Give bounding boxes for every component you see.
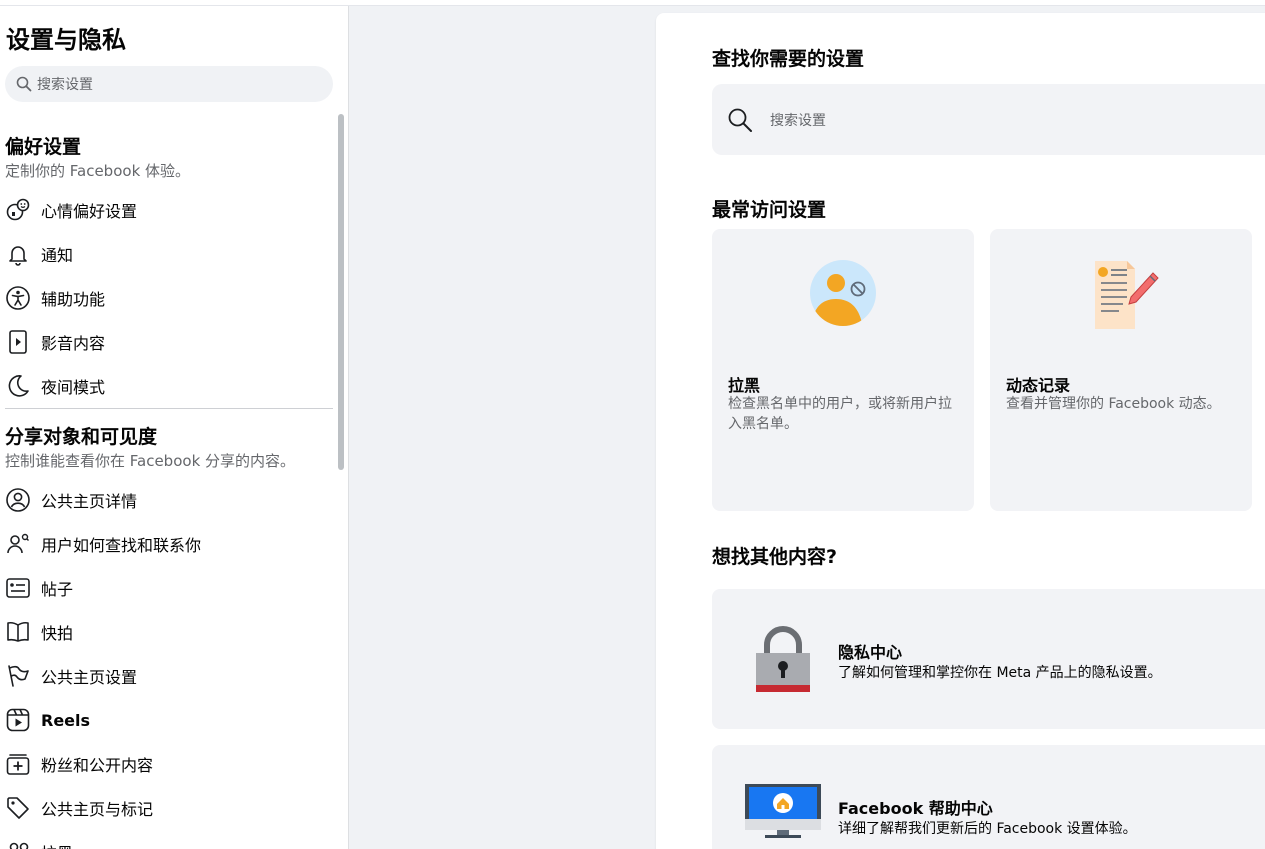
sidebar-item-tagging[interactable]: 公共主页与标记: [0, 786, 330, 830]
card-description: 检查黑名单中的用户，或将新用户拉入黑名单。: [728, 396, 952, 432]
settings-main-panel: 查找你需要的设置 搜索设置 最常访问设置 拉黑 检查黑名单中的用户，或将新用户拉…: [656, 13, 1265, 849]
card-blocking[interactable]: 拉黑 检查黑名单中的用户，或将新用户拉入黑名单。: [712, 229, 974, 511]
sidebar-item-label: 快拍: [41, 624, 74, 643]
media-icon: [3, 327, 33, 357]
block-user-icon: [3, 837, 33, 849]
block-illustration-icon: [712, 259, 974, 339]
link-help-center[interactable]: Facebook 帮助中心 详细了解帮我们更新后的 Facebook 设置体验。: [712, 745, 1265, 849]
link-privacy-center[interactable]: 隐私中心 了解如何管理和掌控你在 Meta 产品上的隐私设置。: [712, 589, 1265, 729]
sidebar-item-label: 公共主页详情: [41, 492, 138, 511]
book-icon: [3, 617, 33, 647]
audience-heading: 分享对象和可见度: [5, 426, 158, 448]
bell-icon: [3, 239, 33, 269]
sidebar-item-label: 夜间模式: [41, 378, 106, 397]
sidebar-item-label: 拉黑: [41, 840, 73, 849]
sidebar-item-label: 粉丝和公开内容: [41, 756, 154, 775]
sidebar-item-reels[interactable]: Reels: [0, 698, 330, 742]
link-description: 了解如何管理和掌控你在 Meta 产品上的隐私设置。: [838, 665, 1162, 681]
link-description: 详细了解帮我们更新后的 Facebook 设置体验。: [838, 821, 1137, 837]
sidebar-item-label: 帖子: [41, 580, 74, 599]
search-icon: [726, 106, 754, 134]
sidebar-item-notifications[interactable]: 通知: [0, 232, 330, 276]
sidebar-item-stories[interactable]: 快拍: [0, 610, 330, 654]
sidebar-scrollbar[interactable]: [338, 114, 344, 470]
sidebar-item-blocking[interactable]: 拉黑: [0, 830, 330, 849]
moon-icon: [3, 371, 33, 401]
search-icon: [15, 75, 33, 93]
card-title: 拉黑: [728, 376, 761, 395]
settings-sidebar: 设置与隐私 搜索设置 偏好设置 定制你的 Facebook 体验。 心情偏好设置…: [0, 6, 349, 849]
flag-icon: [3, 661, 33, 691]
preferences-heading: 偏好设置: [5, 136, 82, 158]
main-search-input[interactable]: 搜索设置: [712, 84, 1265, 155]
sidebar-item-how-people-find[interactable]: 用户如何查找和联系你: [0, 522, 330, 566]
sidebar-item-posts[interactable]: 帖子: [0, 566, 330, 610]
preferences-subtitle: 定制你的 Facebook 体验。: [5, 162, 191, 180]
link-title: 隐私中心: [838, 643, 903, 662]
other-content-heading: 想找其他内容?: [712, 546, 838, 568]
sidebar-item-followers[interactable]: 粉丝和公开内容: [0, 742, 330, 786]
section-divider: [5, 408, 333, 409]
search-placeholder: 搜索设置: [770, 112, 826, 129]
sidebar-item-label: Reels: [41, 710, 91, 730]
activity-log-illustration-icon: [990, 259, 1252, 339]
sidebar-item-label: 用户如何查找和联系你: [41, 536, 202, 555]
monitor-illustration-icon: [740, 771, 826, 849]
sidebar-item-label: 通知: [41, 246, 74, 265]
post-icon: [3, 573, 33, 603]
padlock-illustration-icon: [740, 619, 826, 699]
card-description: 查看并管理你的 Facebook 动态。: [1006, 396, 1221, 412]
reactions-icon: [3, 195, 33, 225]
card-title: 动态记录: [1006, 376, 1071, 395]
sidebar-item-profile-details[interactable]: 公共主页详情: [0, 478, 330, 522]
sidebar-item-accessibility[interactable]: 辅助功能: [0, 276, 330, 320]
sidebar-item-label: 影音内容: [41, 334, 106, 353]
search-placeholder: 搜索设置: [37, 77, 93, 93]
sidebar-item-page-settings[interactable]: 公共主页设置: [0, 654, 330, 698]
frequent-settings-heading: 最常访问设置: [712, 199, 827, 221]
sidebar-search-input[interactable]: 搜索设置: [5, 66, 333, 102]
sidebar-item-label: 公共主页与标记: [41, 800, 154, 819]
reels-icon: [3, 705, 33, 735]
tag-icon: [3, 793, 33, 823]
sidebar-item-reactions[interactable]: 心情偏好设置: [0, 188, 330, 232]
add-box-icon: [3, 749, 33, 779]
link-title: Facebook 帮助中心: [838, 799, 993, 818]
find-settings-heading: 查找你需要的设置: [712, 48, 865, 70]
people-search-icon: [3, 529, 33, 559]
user-circle-icon: [3, 485, 33, 515]
sidebar-item-label: 辅助功能: [41, 290, 106, 309]
sidebar-item-label: 公共主页设置: [41, 668, 138, 687]
accessibility-icon: [3, 283, 33, 313]
audience-subtitle: 控制谁能查看你在 Facebook 分享的内容。: [5, 452, 296, 470]
sidebar-item-dark-mode[interactable]: 夜间模式: [0, 364, 330, 408]
sidebar-item-media[interactable]: 影音内容: [0, 320, 330, 364]
sidebar-title: 设置与隐私: [6, 26, 126, 54]
sidebar-item-label: 心情偏好设置: [41, 202, 138, 221]
card-activity-log[interactable]: 动态记录 查看并管理你的 Facebook 动态。: [990, 229, 1252, 511]
